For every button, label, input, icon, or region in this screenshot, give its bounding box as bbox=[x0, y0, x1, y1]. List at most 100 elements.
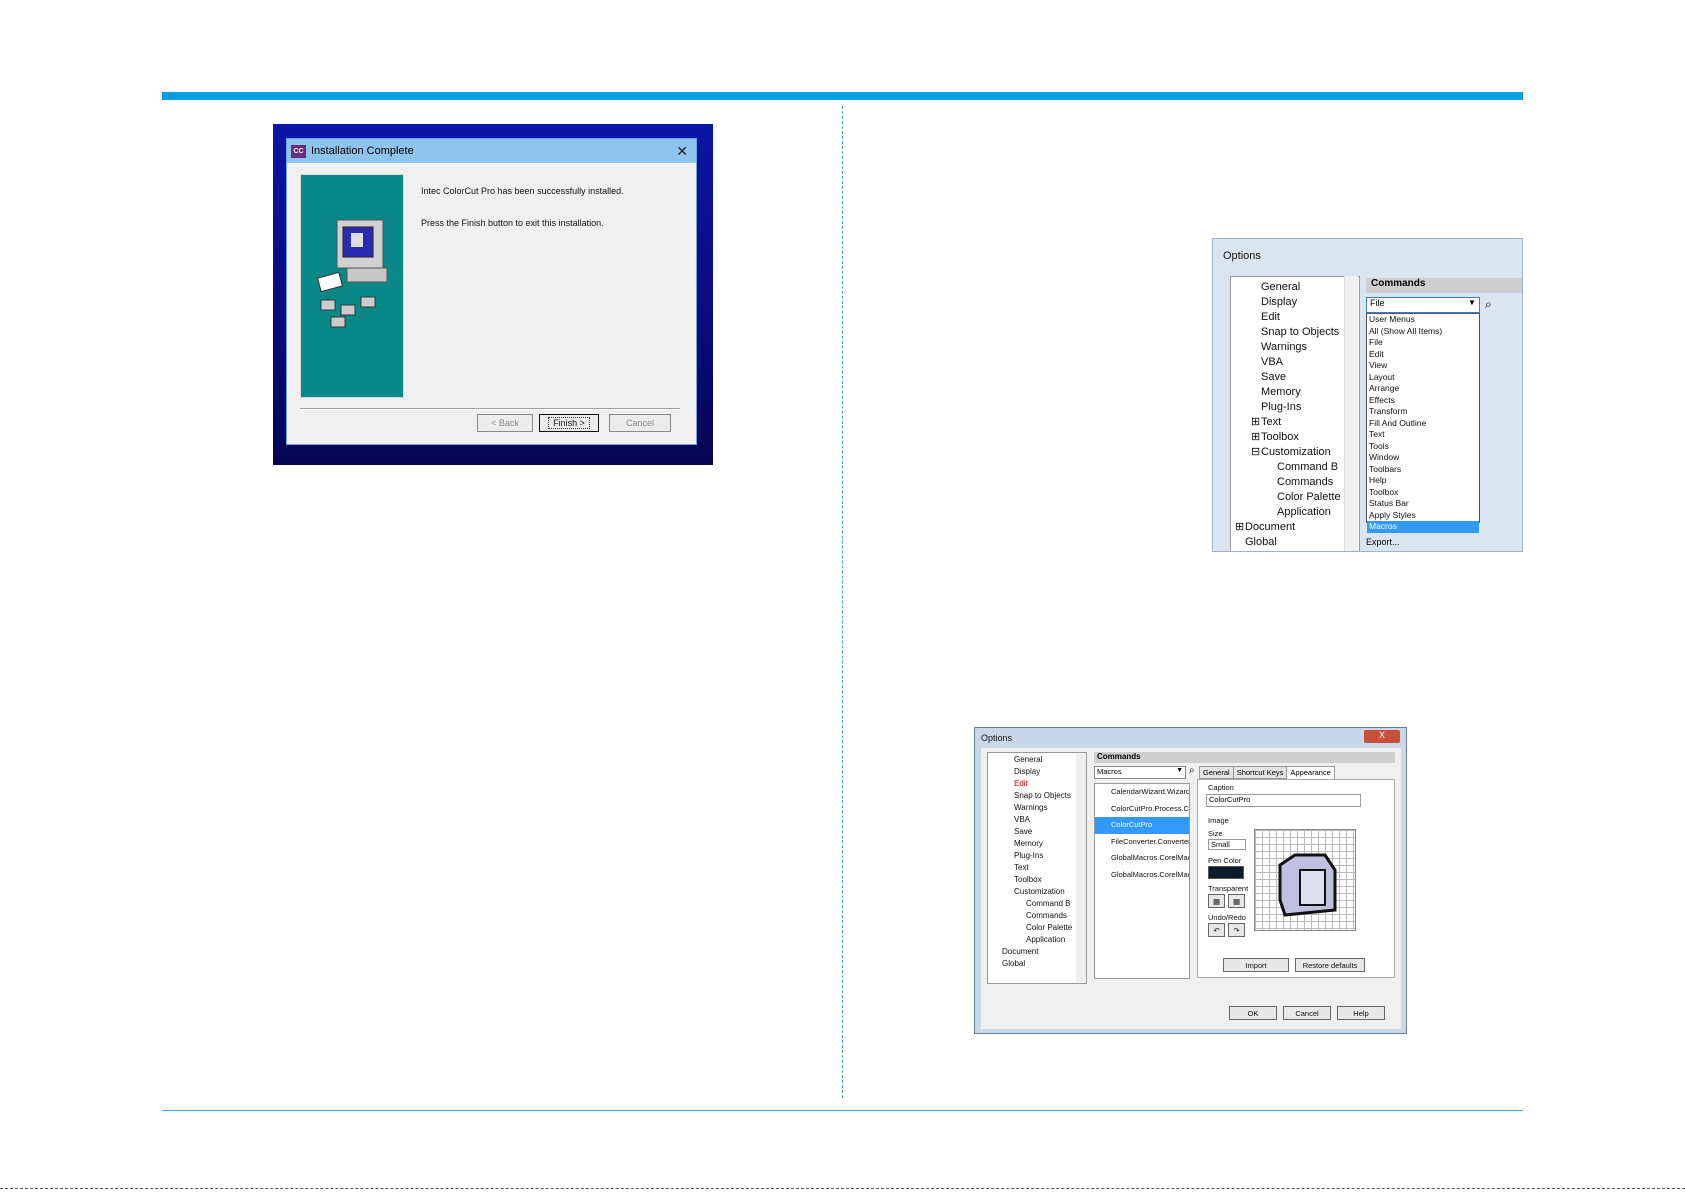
tree-item-customization[interactable]: Customization bbox=[1261, 446, 1331, 458]
dropdown-item[interactable]: Status Bar bbox=[1367, 498, 1479, 510]
finish-button[interactable]: Finish > bbox=[539, 414, 599, 432]
dropdown-item[interactable]: Tools bbox=[1367, 441, 1479, 453]
tree-item-snap[interactable]: Snap to Objects bbox=[1014, 791, 1071, 800]
tree-item-toolbox[interactable]: Toolbox bbox=[1261, 431, 1299, 443]
transparent-button[interactable]: ▦ bbox=[1228, 894, 1245, 908]
tree-item-color-palette[interactable]: Color Palette bbox=[1277, 491, 1341, 503]
find-icon[interactable]: ⌕ bbox=[1485, 297, 1503, 313]
find-icon[interactable]: ⌕ bbox=[1189, 765, 1195, 776]
dropdown-item[interactable]: Transform bbox=[1367, 406, 1479, 418]
dropdown-item[interactable]: Toolbox bbox=[1367, 487, 1479, 499]
tree-item-snap[interactable]: Snap to Objects bbox=[1261, 326, 1339, 338]
chevron-down-icon[interactable]: ▼ bbox=[1465, 298, 1479, 312]
tree-item-save[interactable]: Save bbox=[1261, 371, 1286, 383]
dropdown-item[interactable]: All (Show All Items) bbox=[1367, 326, 1479, 338]
tree-scrollbar[interactable] bbox=[1344, 276, 1358, 551]
list-item[interactable]: ColorCutPro.Process.Col bbox=[1095, 801, 1189, 818]
list-item[interactable]: GlobalMacros.CorelMac bbox=[1095, 850, 1189, 867]
redo-icon[interactable]: ↷ bbox=[1228, 923, 1245, 937]
tree-item-application[interactable]: Application bbox=[1026, 935, 1065, 944]
dropdown-item[interactable]: Edit bbox=[1367, 349, 1479, 361]
tree-item-commands[interactable]: Commands bbox=[1026, 911, 1067, 920]
cancel-button[interactable]: Cancel bbox=[1283, 1006, 1331, 1020]
tab-appearance[interactable]: Appearance bbox=[1286, 766, 1335, 779]
tree-item-warnings[interactable]: Warnings bbox=[1261, 341, 1307, 353]
tree-item-command-bars[interactable]: Command B bbox=[1026, 899, 1070, 908]
tree-item-memory[interactable]: Memory bbox=[1014, 839, 1043, 848]
tree-item-document[interactable]: Document bbox=[1002, 947, 1038, 956]
list-item[interactable]: CalendarWizard.Wizard bbox=[1095, 784, 1189, 801]
dropdown-item[interactable]: File bbox=[1367, 337, 1479, 349]
category-combo[interactable]: File ▼ bbox=[1366, 297, 1480, 313]
expand-icon[interactable]: ⊞ bbox=[1251, 415, 1260, 428]
tree-item-edit[interactable]: Edit bbox=[1261, 311, 1280, 323]
collapse-icon[interactable]: ⊟ bbox=[1251, 445, 1260, 458]
pen-color-picker[interactable] bbox=[1208, 866, 1244, 879]
transparent-button[interactable]: ▦ bbox=[1208, 894, 1225, 908]
dropdown-item[interactable]: Window bbox=[1367, 452, 1479, 464]
dropdown-item[interactable]: Fill And Outline bbox=[1367, 418, 1479, 430]
tree-scrollbar[interactable] bbox=[1076, 753, 1086, 983]
tree-item-application[interactable]: Application bbox=[1277, 506, 1331, 518]
tree-item-vba[interactable]: VBA bbox=[1261, 356, 1283, 368]
undo-icon[interactable]: ↶ bbox=[1208, 923, 1225, 937]
tree-item-command-bars[interactable]: Command B bbox=[1277, 461, 1338, 473]
tree-item-toolbox[interactable]: Toolbox bbox=[1014, 875, 1042, 884]
dropdown-item[interactable]: User Menus bbox=[1367, 314, 1479, 326]
close-icon[interactable]: X bbox=[1364, 730, 1400, 743]
cancel-button[interactable]: Cancel bbox=[609, 414, 671, 432]
dropdown-item[interactable]: Apply Styles bbox=[1367, 510, 1479, 522]
category-dropdown-list[interactable]: User Menus All (Show All Items) File Edi… bbox=[1366, 313, 1480, 533]
macro-list[interactable]: CalendarWizard.Wizard ColorCutPro.Proces… bbox=[1094, 783, 1190, 979]
tree-item-edit[interactable]: Edit bbox=[1014, 779, 1028, 788]
size-select[interactable]: Small bbox=[1208, 839, 1246, 850]
tree-item-memory[interactable]: Memory bbox=[1261, 386, 1301, 398]
expand-icon[interactable]: ⊞ bbox=[1235, 520, 1244, 533]
export-item[interactable]: Export... bbox=[1366, 537, 1400, 547]
dropdown-item[interactable]: Arrange bbox=[1367, 383, 1479, 395]
dropdown-item-selected[interactable]: Macros bbox=[1367, 521, 1479, 533]
tree-item-text[interactable]: Text bbox=[1261, 416, 1281, 428]
list-item[interactable]: FileConverter.Converter bbox=[1095, 834, 1189, 851]
tree-item-text[interactable]: Text bbox=[1014, 863, 1029, 872]
tree-item-global[interactable]: Global bbox=[1002, 959, 1025, 968]
list-item[interactable]: GlobalMacros.CorelMac bbox=[1095, 867, 1189, 884]
dropdown-item[interactable]: Toolbars bbox=[1367, 464, 1479, 476]
tree-item-customization[interactable]: Customization bbox=[1014, 887, 1065, 896]
options-full-screenshot: Options X General Display Edit Snap to O… bbox=[974, 727, 1407, 1034]
tab-general[interactable]: General bbox=[1199, 766, 1234, 779]
icon-editor-grid[interactable] bbox=[1254, 829, 1356, 931]
ok-button[interactable]: OK bbox=[1229, 1006, 1277, 1020]
dropdown-item[interactable]: Layout bbox=[1367, 372, 1479, 384]
import-button[interactable]: Import bbox=[1223, 958, 1289, 972]
dropdown-item[interactable]: Help bbox=[1367, 475, 1479, 487]
tab-shortcut-keys[interactable]: Shortcut Keys bbox=[1232, 766, 1288, 779]
tree-item-warnings[interactable]: Warnings bbox=[1014, 803, 1048, 812]
tree-item-general[interactable]: General bbox=[1261, 281, 1300, 293]
restore-defaults-button[interactable]: Restore defaults bbox=[1295, 958, 1365, 972]
tree-item-global[interactable]: Global bbox=[1245, 536, 1277, 548]
tree-item-save[interactable]: Save bbox=[1014, 827, 1032, 836]
tree-item-display[interactable]: Display bbox=[1014, 767, 1040, 776]
expand-icon[interactable]: ⊞ bbox=[1251, 430, 1260, 443]
back-button[interactable]: < Back bbox=[477, 414, 533, 432]
tree-item-plugins[interactable]: Plug-Ins bbox=[1014, 851, 1043, 860]
tree-item-commands[interactable]: Commands bbox=[1277, 476, 1333, 488]
close-icon[interactable]: ✕ bbox=[676, 143, 688, 160]
tree-item-general[interactable]: General bbox=[1014, 755, 1042, 764]
tree-item-display[interactable]: Display bbox=[1261, 296, 1297, 308]
dropdown-item[interactable]: Effects bbox=[1367, 395, 1479, 407]
category-combo[interactable]: Macros ▼ bbox=[1094, 766, 1186, 779]
chevron-down-icon[interactable]: ▼ bbox=[1176, 767, 1183, 774]
help-button[interactable]: Help bbox=[1337, 1006, 1385, 1020]
caption-input[interactable]: ColorCutPro bbox=[1206, 794, 1361, 807]
tree-item-plugins[interactable]: Plug-Ins bbox=[1261, 401, 1301, 413]
tree-item-document[interactable]: Document bbox=[1245, 521, 1295, 533]
image-label: Image bbox=[1208, 816, 1229, 825]
list-item-selected[interactable]: ColorCutPro bbox=[1095, 817, 1189, 834]
caption-label: Caption bbox=[1208, 783, 1234, 792]
dropdown-item[interactable]: Text bbox=[1367, 429, 1479, 441]
tree-item-vba[interactable]: VBA bbox=[1014, 815, 1030, 824]
tree-item-color-palette[interactable]: Color Palette bbox=[1026, 923, 1072, 932]
dropdown-item[interactable]: View bbox=[1367, 360, 1479, 372]
